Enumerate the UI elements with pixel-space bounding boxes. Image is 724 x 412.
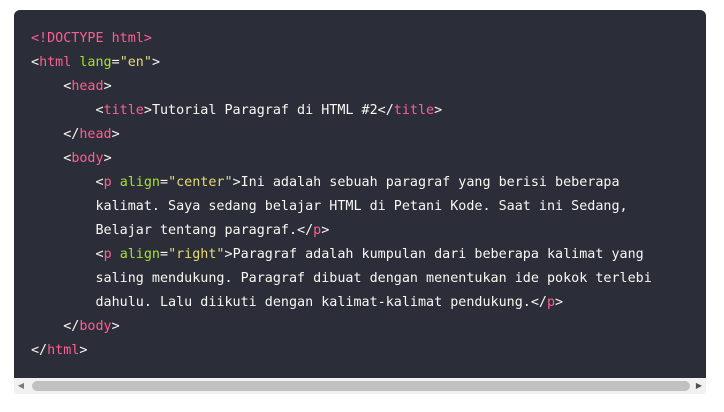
code-line: saling mendukung. Paragraf dibuat dengan…	[31, 267, 652, 291]
code-content: <!DOCTYPE html> <html lang="en"> <head> <…	[31, 27, 652, 363]
code-token-doctype: <!DOCTYPE html>	[31, 31, 152, 46]
code-token-val: "right"	[168, 247, 225, 262]
code-token-punc: </	[31, 127, 80, 142]
code-line: <title>Tutorial Paragraf di HTML #2</tit…	[31, 99, 652, 123]
code-token-punc: >	[224, 247, 233, 262]
code-token-punc: =	[160, 175, 169, 190]
code-token-punc: >	[232, 175, 241, 190]
code-token-txt: Belajar tentang paragraf.	[31, 223, 298, 238]
code-token-attr: lang	[79, 55, 112, 70]
code-token-txt: Paragraf adalah kumpulan dari beberapa k…	[232, 247, 644, 262]
code-block: <!DOCTYPE html> <html lang="en"> <head> <…	[14, 10, 706, 378]
code-token-tag: body	[79, 319, 112, 334]
code-token-txt: Tutorial Paragraf di HTML #2	[151, 103, 378, 118]
code-token-tag: p	[103, 175, 112, 190]
code-token-punc: <	[31, 175, 104, 190]
code-token-punc: </	[297, 223, 314, 238]
code-token-txt: Ini adalah sebuah paragraf yang berisi b…	[240, 175, 620, 190]
code-line: <body>	[31, 147, 652, 171]
code-token-attr: align	[119, 247, 160, 262]
code-token-punc: </	[31, 343, 48, 358]
code-token-punc: <	[31, 55, 40, 70]
code-token-punc: >	[151, 55, 160, 70]
code-token-txt: saling mendukung. Paragraf dibuat dengan…	[31, 271, 652, 286]
code-token-punc: >	[103, 79, 112, 94]
code-token-punc: </	[530, 295, 547, 310]
scroll-right-arrow-icon[interactable]: ▶	[694, 381, 704, 391]
horizontal-scrollbar[interactable]: ◀ ▶	[14, 378, 706, 394]
code-token-punc: >	[321, 223, 330, 238]
code-line: </html>	[31, 339, 652, 363]
code-token-tag: html	[39, 55, 72, 70]
code-line: <html lang="en">	[31, 51, 652, 75]
code-token-punc	[112, 175, 120, 190]
code-token-tag: title	[103, 103, 144, 118]
code-token-punc: <	[31, 79, 72, 94]
code-token-punc: >	[103, 151, 112, 166]
scroll-left-arrow-icon[interactable]: ◀	[16, 381, 26, 391]
code-line: <head>	[31, 75, 652, 99]
code-token-txt: dahulu. Lalu diikuti dengan kalimat-kali…	[31, 295, 531, 310]
code-token-punc: >	[143, 103, 152, 118]
code-token-punc: >	[111, 127, 120, 142]
code-token-punc: <	[31, 103, 104, 118]
code-token-tag: head	[71, 79, 104, 94]
code-line: </body>	[31, 315, 652, 339]
code-token-tag: body	[71, 151, 104, 166]
code-line: </head>	[31, 123, 652, 147]
code-token-punc: </	[377, 103, 394, 118]
code-token-punc: >	[111, 319, 120, 334]
code-token-tag: head	[79, 127, 112, 142]
code-token-punc	[112, 247, 120, 262]
code-token-punc: <	[31, 151, 72, 166]
code-token-txt: kalimat. Saya sedang belajar HTML di Pet…	[31, 199, 628, 214]
code-line: <p align="right">Paragraf adalah kumpula…	[31, 243, 652, 267]
code-token-punc: >	[434, 103, 443, 118]
code-token-val: "en"	[119, 55, 152, 70]
code-line: <!DOCTYPE html>	[31, 27, 652, 51]
code-token-val: "center"	[168, 175, 233, 190]
code-token-tag: title	[393, 103, 435, 118]
code-line: kalimat. Saya sedang belajar HTML di Pet…	[31, 195, 652, 219]
code-token-tag: p	[546, 295, 556, 310]
code-line: dahulu. Lalu diikuti dengan kalimat-kali…	[31, 291, 652, 315]
code-line: <p align="center">Ini adalah sebuah para…	[31, 171, 652, 195]
code-token-tag: p	[103, 247, 112, 262]
code-token-punc: =	[111, 55, 120, 70]
scrollbar-thumb[interactable]	[32, 381, 690, 391]
code-line: Belajar tentang paragraf.</p>	[31, 219, 652, 243]
code-token-attr: align	[119, 175, 160, 190]
code-token-tag: html	[47, 343, 80, 358]
code-token-punc: >	[79, 343, 88, 358]
code-token-punc: =	[160, 247, 169, 262]
code-token-punc: <	[31, 247, 104, 262]
code-token-punc: </	[31, 319, 80, 334]
code-token-punc: >	[555, 295, 564, 310]
